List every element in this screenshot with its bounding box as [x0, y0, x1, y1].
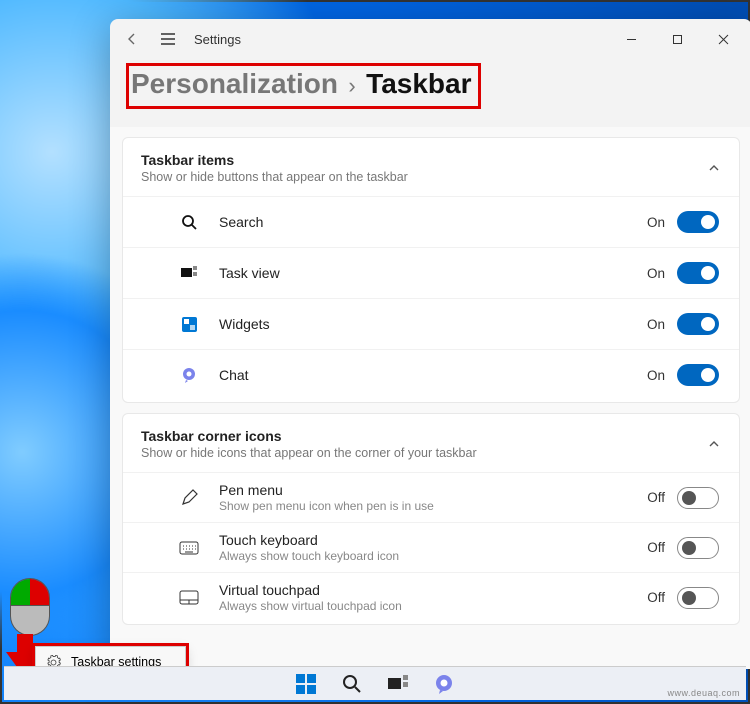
search-icon: [177, 214, 201, 231]
row-label: Widgets: [219, 316, 647, 332]
task-view-icon: [177, 266, 201, 280]
section-title: Taskbar corner icons: [141, 428, 707, 444]
toggle-virtual-touchpad[interactable]: [677, 587, 719, 609]
toggle-search[interactable]: [677, 211, 719, 233]
mouse-cursor-graphic: [10, 578, 50, 636]
row-task-view: Task view On: [123, 247, 739, 298]
row-chat: Chat On: [123, 349, 739, 400]
chat-icon: [177, 367, 201, 383]
row-label: Touch keyboard: [219, 532, 647, 548]
toggle-pen-menu[interactable]: [677, 487, 719, 509]
keyboard-icon: [177, 541, 201, 555]
toggle-chat[interactable]: [677, 364, 719, 386]
section-corner-icons: Taskbar corner icons Show or hide icons …: [122, 413, 740, 625]
taskbar-task-view-icon[interactable]: [386, 672, 410, 696]
toggle-state: Off: [647, 540, 665, 555]
toggle-touch-keyboard[interactable]: [677, 537, 719, 559]
start-button[interactable]: [294, 672, 318, 696]
watermark: www.deuaq.com: [667, 688, 740, 698]
section-desc: Show or hide buttons that appear on the …: [141, 170, 707, 184]
chevron-up-icon: [707, 437, 721, 451]
toggle-task-view[interactable]: [677, 262, 719, 284]
pen-icon: [177, 489, 201, 507]
hamburger-menu-button[interactable]: [152, 23, 184, 55]
minimize-button[interactable]: [608, 20, 654, 58]
breadcrumb-parent[interactable]: Personalization: [131, 68, 338, 99]
breadcrumb-current: Taskbar: [366, 68, 471, 99]
row-virtual-touchpad: Virtual touchpad Always show virtual tou…: [123, 572, 739, 622]
row-label: Task view: [219, 265, 647, 281]
close-button[interactable]: [700, 20, 746, 58]
settings-window: Settings Personalization › Taskbar Taskb…: [110, 19, 750, 669]
toggle-state: On: [647, 368, 665, 383]
maximize-button[interactable]: [654, 20, 700, 58]
toggle-state: On: [647, 215, 665, 230]
row-sublabel: Always show touch keyboard icon: [219, 549, 647, 563]
row-sublabel: Always show virtual touchpad icon: [219, 599, 647, 613]
row-sublabel: Show pen menu icon when pen is in use: [219, 499, 647, 513]
widgets-icon: [177, 317, 201, 332]
row-label: Chat: [219, 367, 647, 383]
breadcrumb: Personalization › Taskbar: [126, 63, 481, 109]
row-label: Virtual touchpad: [219, 582, 647, 598]
chevron-right-icon: ›: [348, 73, 355, 98]
row-pen-menu: Pen menu Show pen menu icon when pen is …: [123, 472, 739, 522]
touchpad-icon: [177, 590, 201, 605]
titlebar: Settings: [110, 19, 750, 59]
section-header-taskbar-items[interactable]: Taskbar items Show or hide buttons that …: [123, 138, 739, 196]
row-label: Pen menu: [219, 482, 647, 498]
toggle-state: On: [647, 266, 665, 281]
section-title: Taskbar items: [141, 152, 707, 168]
back-button[interactable]: [116, 23, 148, 55]
row-touch-keyboard: Touch keyboard Always show touch keyboar…: [123, 522, 739, 572]
toggle-state: Off: [647, 490, 665, 505]
row-widgets: Widgets On: [123, 298, 739, 349]
row-label: Search: [219, 214, 647, 230]
taskbar-chat-icon[interactable]: [432, 672, 456, 696]
section-taskbar-items: Taskbar items Show or hide buttons that …: [122, 137, 740, 403]
toggle-state: Off: [647, 590, 665, 605]
taskbar-search-icon[interactable]: [340, 672, 364, 696]
row-search: Search On: [123, 196, 739, 247]
section-header-corner-icons[interactable]: Taskbar corner icons Show or hide icons …: [123, 414, 739, 472]
toggle-widgets[interactable]: [677, 313, 719, 335]
chevron-up-icon: [707, 161, 721, 175]
section-desc: Show or hide icons that appear on the co…: [141, 446, 707, 460]
toggle-state: On: [647, 317, 665, 332]
taskbar: [4, 666, 746, 700]
app-title: Settings: [194, 32, 241, 47]
